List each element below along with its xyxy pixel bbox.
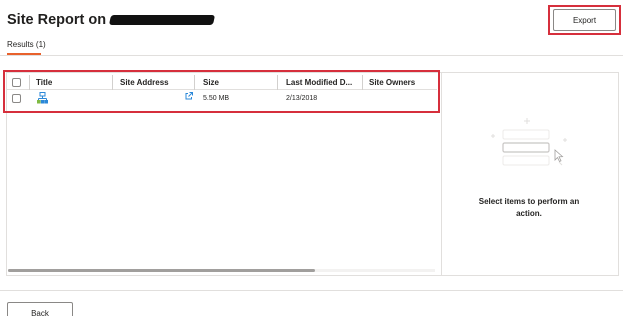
tab-divider (0, 55, 623, 56)
back-button[interactable]: Back (7, 302, 73, 316)
page-title-text: Site Report on (7, 12, 107, 28)
tab-results[interactable]: Results (1) (7, 40, 46, 49)
table-annotation-box (3, 70, 440, 113)
page-title: Site Report on (7, 12, 216, 28)
redacted-site-name (109, 15, 216, 25)
horizontal-scrollbar-thumb[interactable] (8, 269, 315, 272)
empty-selection-illustration (483, 118, 573, 179)
footer-divider (0, 290, 623, 291)
export-button[interactable]: Export (553, 9, 616, 31)
empty-selection-message: Select items to perform an action. (478, 197, 580, 218)
details-pane-divider (441, 72, 442, 276)
